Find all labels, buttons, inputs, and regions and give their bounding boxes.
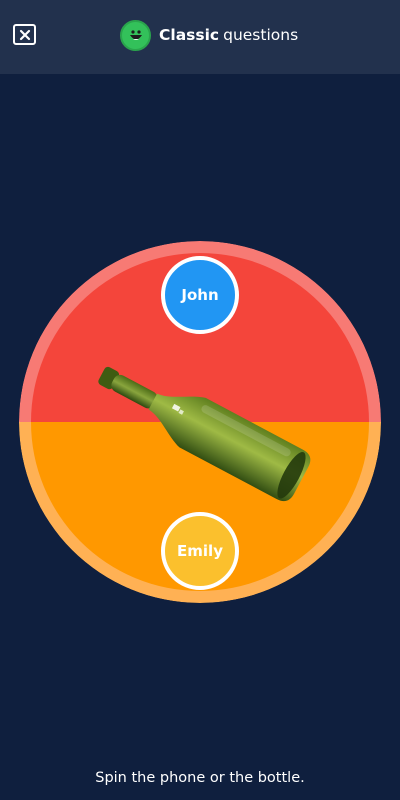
header-bar: Classic questions: [0, 0, 400, 74]
header-title: Classic questions: [120, 19, 298, 51]
bottle[interactable]: [85, 345, 325, 505]
instruction-text: Spin the phone or the bottle.: [95, 770, 305, 786]
close-icon: [19, 29, 30, 40]
title-bold: Classic: [159, 26, 220, 44]
smiley-logo-icon: [120, 19, 151, 51]
player-john-chip[interactable]: John: [161, 256, 239, 334]
close-button[interactable]: [13, 24, 36, 45]
title-rest: questions: [223, 26, 299, 44]
player-name: John: [181, 286, 219, 304]
player-emily-chip[interactable]: Emily: [161, 512, 239, 590]
player-name: Emily: [177, 542, 223, 560]
bottle-icon: [98, 366, 311, 502]
app-screen: Classic questions John Emily Spin the ph…: [0, 0, 400, 800]
page-title: Classic questions: [159, 26, 298, 44]
